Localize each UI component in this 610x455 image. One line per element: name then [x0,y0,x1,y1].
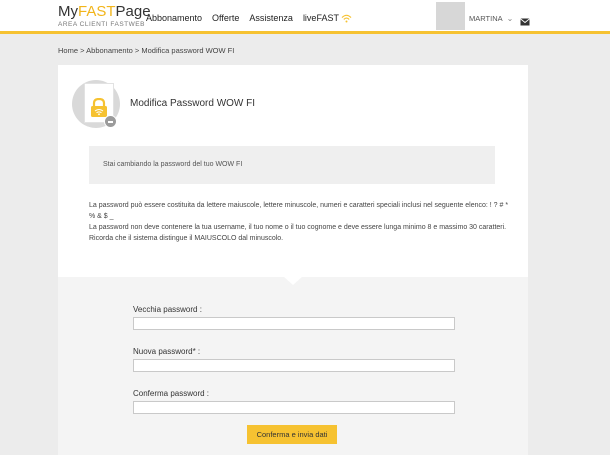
password-card: Modifica Password WOW FI Stai cambiando … [58,65,528,455]
minus-icon [104,115,117,128]
avatar[interactable] [436,2,465,30]
notch-divider [284,277,302,285]
password-rules: La password può essere costituita da let… [89,200,509,244]
page-title: Modifica Password WOW FI [130,98,256,109]
rule-case: Ricorda che il sistema distingue il MAIU… [89,235,284,242]
old-password-field[interactable] [133,317,455,330]
rule-characters: La password può essere costituita da let… [89,202,509,220]
submit-button[interactable]: Conferma e invia dati [247,425,337,444]
main-nav: Abbonamento Offerte Assistenza liveFAST [146,13,362,23]
confirm-password-field[interactable] [133,401,455,414]
wifi-icon [341,14,352,23]
logo-text: MyFASTPage [58,3,151,20]
nav-abbonamento[interactable]: Abbonamento [146,13,202,23]
mail-icon[interactable] [520,13,530,31]
user-menu[interactable]: MARTINA ⌄ [469,14,513,23]
logo-subtitle: AREA CLIENTI FASTWEB [58,21,145,28]
info-box: Stai cambiando la password del tuo WOW F… [89,146,495,184]
nav-livefast-label: liveFAST [302,13,339,23]
rule-length: La password non deve contenere la tua us… [89,224,507,231]
chevron-down-icon: ⌄ [506,14,514,23]
info-text: Stai cambiando la password del tuo WOW F… [103,161,243,168]
nav-livefast[interactable]: liveFAST [303,13,352,23]
new-password-field[interactable] [133,359,455,372]
new-password-label: Nuova password* : [133,347,201,356]
top-header: MyFASTPage AREA CLIENTI FASTWEB Abboname… [0,0,610,34]
breadcrumb[interactable]: Home > Abbonamento > Modifica password W… [58,46,234,55]
myfastpage-logo[interactable]: MyFASTPage AREA CLIENTI FASTWEB [58,3,151,29]
nav-assistenza[interactable]: Assistenza [249,13,293,23]
user-name: MARTINA [469,14,503,23]
old-password-label: Vecchia password : [133,305,202,314]
nav-offerte[interactable]: Offerte [212,13,239,23]
confirm-password-label: Conferma password : [133,389,210,398]
